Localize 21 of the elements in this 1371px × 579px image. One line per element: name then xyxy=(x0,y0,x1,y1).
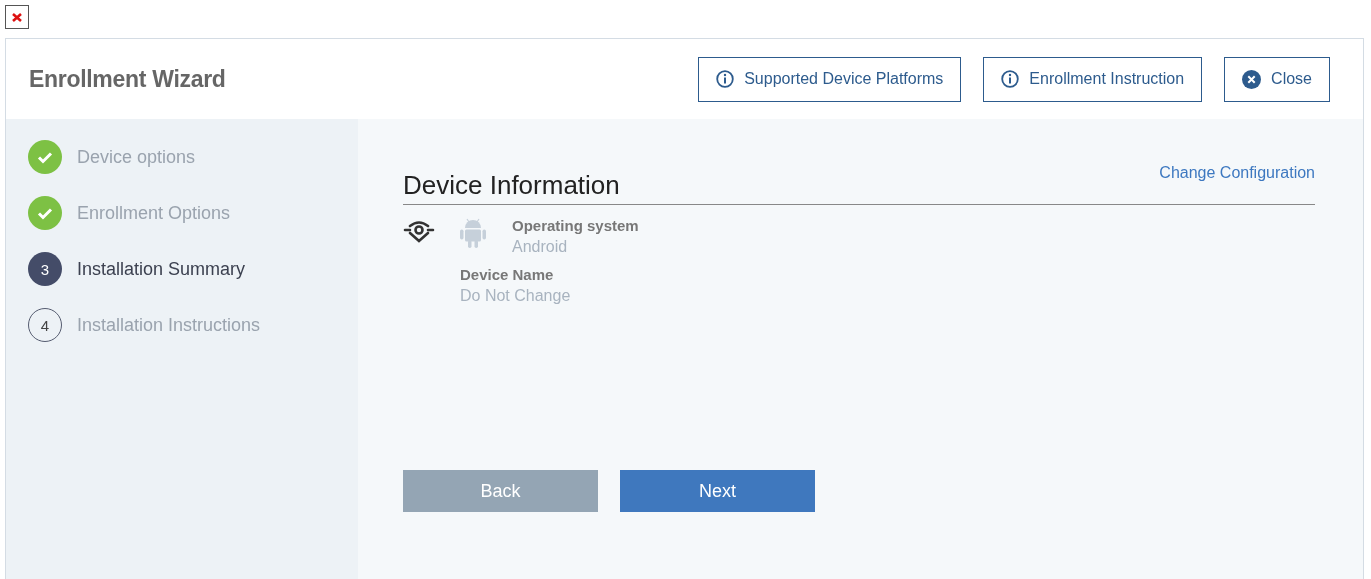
step-label[interactable]: Device options xyxy=(77,146,196,168)
close-icon xyxy=(1242,69,1262,89)
step-label[interactable]: Installation Summary xyxy=(77,258,246,280)
android-icon xyxy=(460,217,486,249)
header-button[interactable]: Enrollment Instruction xyxy=(983,56,1203,102)
wizard-button[interactable]: Next xyxy=(620,470,815,512)
broken-image-icon xyxy=(5,5,29,29)
header-button[interactable]: Close xyxy=(1224,56,1330,102)
field-value: Android xyxy=(512,238,569,256)
info-icon xyxy=(1001,70,1020,88)
field-value: Do Not Change xyxy=(460,287,572,305)
info-icon xyxy=(716,70,735,88)
change-configuration-link[interactable]: Change Configuration xyxy=(1159,164,1315,182)
step-number: 3 xyxy=(28,252,62,286)
field-label: Operating system xyxy=(512,217,639,234)
step-label[interactable]: Installation Instructions xyxy=(77,314,261,336)
header-button[interactable]: Supported Device Platforms xyxy=(698,56,962,102)
section-title: Device Information xyxy=(403,170,620,201)
step-label[interactable]: Enrollment Options xyxy=(77,202,231,224)
field-label: Device Name xyxy=(460,266,555,283)
window-title: Enrollment Wizard xyxy=(29,65,226,93)
